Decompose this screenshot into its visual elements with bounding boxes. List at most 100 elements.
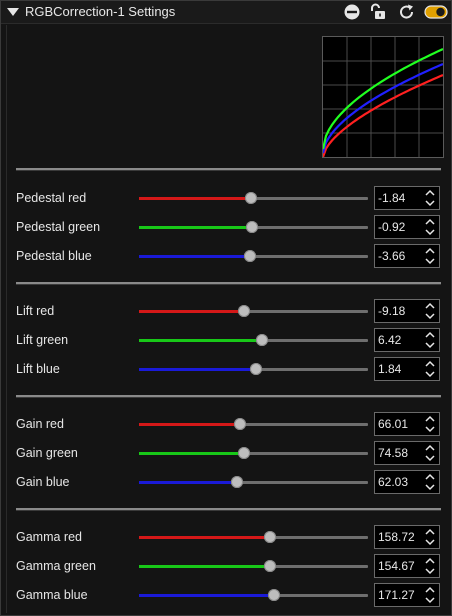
lift-green-value-input[interactable] xyxy=(375,329,424,351)
pedestal-red-slider[interactable] xyxy=(139,192,368,204)
gamma-green-value-input[interactable] xyxy=(375,555,424,577)
chevron-down-icon[interactable] xyxy=(423,311,437,322)
gamma-blue-value-input[interactable] xyxy=(375,584,424,606)
lift-red-slider[interactable] xyxy=(139,305,368,317)
gain-green-value-input[interactable] xyxy=(375,442,424,464)
gain-red-slider[interactable] xyxy=(139,418,368,430)
chevron-down-icon[interactable] xyxy=(423,453,437,464)
gain-red-spinbox[interactable] xyxy=(374,412,440,436)
unlock-icon[interactable] xyxy=(367,3,387,21)
slider-fill xyxy=(139,452,245,455)
slider-handle[interactable] xyxy=(238,305,251,317)
param-label: Pedestal blue xyxy=(16,249,92,263)
red-curve xyxy=(321,73,444,158)
chevron-down-icon[interactable] xyxy=(423,256,437,267)
param-label: Pedestal red xyxy=(16,191,87,205)
chevron-up-icon[interactable] xyxy=(423,555,437,566)
gamma-red-spinbox[interactable] xyxy=(374,525,440,549)
chevron-down-icon[interactable] xyxy=(423,424,437,435)
panel-title: RGBCorrection-1 Settings xyxy=(25,4,176,19)
chevron-up-icon[interactable] xyxy=(423,245,437,256)
chevron-up-icon[interactable] xyxy=(423,413,437,424)
pedestal-blue-spinbox[interactable] xyxy=(374,244,440,268)
pedestal-red-value-input[interactable] xyxy=(375,187,424,209)
slider-handle[interactable] xyxy=(238,447,251,459)
slider-fill xyxy=(139,565,270,568)
gamma-red-slider[interactable] xyxy=(139,531,368,543)
chevron-up-icon[interactable] xyxy=(423,442,437,453)
gain-blue-slider[interactable] xyxy=(139,476,368,488)
lift-green-slider[interactable] xyxy=(139,334,368,346)
slider-fill xyxy=(139,594,275,597)
chevron-up-icon[interactable] xyxy=(423,471,437,482)
pedestal-red-spinbox[interactable] xyxy=(374,186,440,210)
param-label: Gamma red xyxy=(16,530,82,544)
chevron-down-icon[interactable] xyxy=(423,198,437,209)
gamma-blue-spinbox[interactable] xyxy=(374,583,440,607)
collapse-arrow-icon[interactable] xyxy=(7,8,19,16)
slider-handle[interactable] xyxy=(231,476,244,488)
chevron-up-icon[interactable] xyxy=(423,358,437,369)
chevron-up-icon[interactable] xyxy=(423,584,437,595)
gamma-green-spinbox[interactable] xyxy=(374,554,440,578)
pedestal-blue-slider[interactable] xyxy=(139,250,368,262)
param-label: Lift green xyxy=(16,333,69,347)
slider-handle[interactable] xyxy=(245,192,258,204)
slider-fill xyxy=(139,536,270,539)
param-row-lift-red: Lift red xyxy=(1,299,451,323)
slider-handle[interactable] xyxy=(268,589,281,601)
slider-fill xyxy=(139,481,238,484)
pedestal-green-value-input[interactable] xyxy=(375,216,424,238)
gain-red-value-input[interactable] xyxy=(375,413,424,435)
gamma-green-slider[interactable] xyxy=(139,560,368,572)
section-divider xyxy=(16,168,441,171)
chevron-down-icon[interactable] xyxy=(423,595,437,606)
slider-handle[interactable] xyxy=(249,363,262,375)
chevron-up-icon[interactable] xyxy=(423,526,437,537)
rgb-correction-settings-panel: RGBCorrection-1 Settings Pedestal red -1… xyxy=(0,0,452,616)
param-row-lift-blue: Lift blue xyxy=(1,357,451,381)
param-row-gain-blue: Gain blue xyxy=(1,470,451,494)
chevron-up-icon[interactable] xyxy=(423,187,437,198)
gamma-blue-slider[interactable] xyxy=(139,589,368,601)
gain-blue-value-input[interactable] xyxy=(375,471,424,493)
param-label: Pedestal green xyxy=(16,220,101,234)
gain-green-slider[interactable] xyxy=(139,447,368,459)
slider-fill xyxy=(139,310,245,313)
param-label: Lift blue xyxy=(16,362,60,376)
chevron-down-icon[interactable] xyxy=(423,340,437,351)
remove-icon[interactable] xyxy=(342,3,362,21)
param-label: Gain green xyxy=(16,446,78,460)
slider-handle[interactable] xyxy=(244,250,257,262)
chevron-up-icon[interactable] xyxy=(423,216,437,227)
chevron-down-icon[interactable] xyxy=(423,566,437,577)
rgb-curve-preview xyxy=(321,36,444,158)
section-divider xyxy=(16,395,441,398)
lift-red-spinbox[interactable] xyxy=(374,299,440,323)
gain-green-spinbox[interactable] xyxy=(374,441,440,465)
chevron-down-icon[interactable] xyxy=(423,537,437,548)
slider-handle[interactable] xyxy=(246,221,259,233)
chevron-down-icon[interactable] xyxy=(423,227,437,238)
lift-blue-slider[interactable] xyxy=(139,363,368,375)
gamma-red-value-input[interactable] xyxy=(375,526,424,548)
reset-icon[interactable] xyxy=(397,3,417,21)
chevron-down-icon[interactable] xyxy=(423,369,437,380)
slider-handle[interactable] xyxy=(263,531,276,543)
pedestal-green-spinbox[interactable] xyxy=(374,215,440,239)
chevron-up-icon[interactable] xyxy=(423,329,437,340)
gain-blue-spinbox[interactable] xyxy=(374,470,440,494)
toggle-icon[interactable] xyxy=(424,3,448,21)
chevron-up-icon[interactable] xyxy=(423,300,437,311)
lift-red-value-input[interactable] xyxy=(375,300,424,322)
lift-blue-value-input[interactable] xyxy=(375,358,424,380)
chevron-down-icon[interactable] xyxy=(423,482,437,493)
slider-handle[interactable] xyxy=(263,560,276,572)
slider-fill xyxy=(139,368,256,371)
slider-handle[interactable] xyxy=(233,418,246,430)
pedestal-green-slider[interactable] xyxy=(139,221,368,233)
lift-blue-spinbox[interactable] xyxy=(374,357,440,381)
lift-green-spinbox[interactable] xyxy=(374,328,440,352)
slider-handle[interactable] xyxy=(255,334,268,346)
pedestal-blue-value-input[interactable] xyxy=(375,245,424,267)
